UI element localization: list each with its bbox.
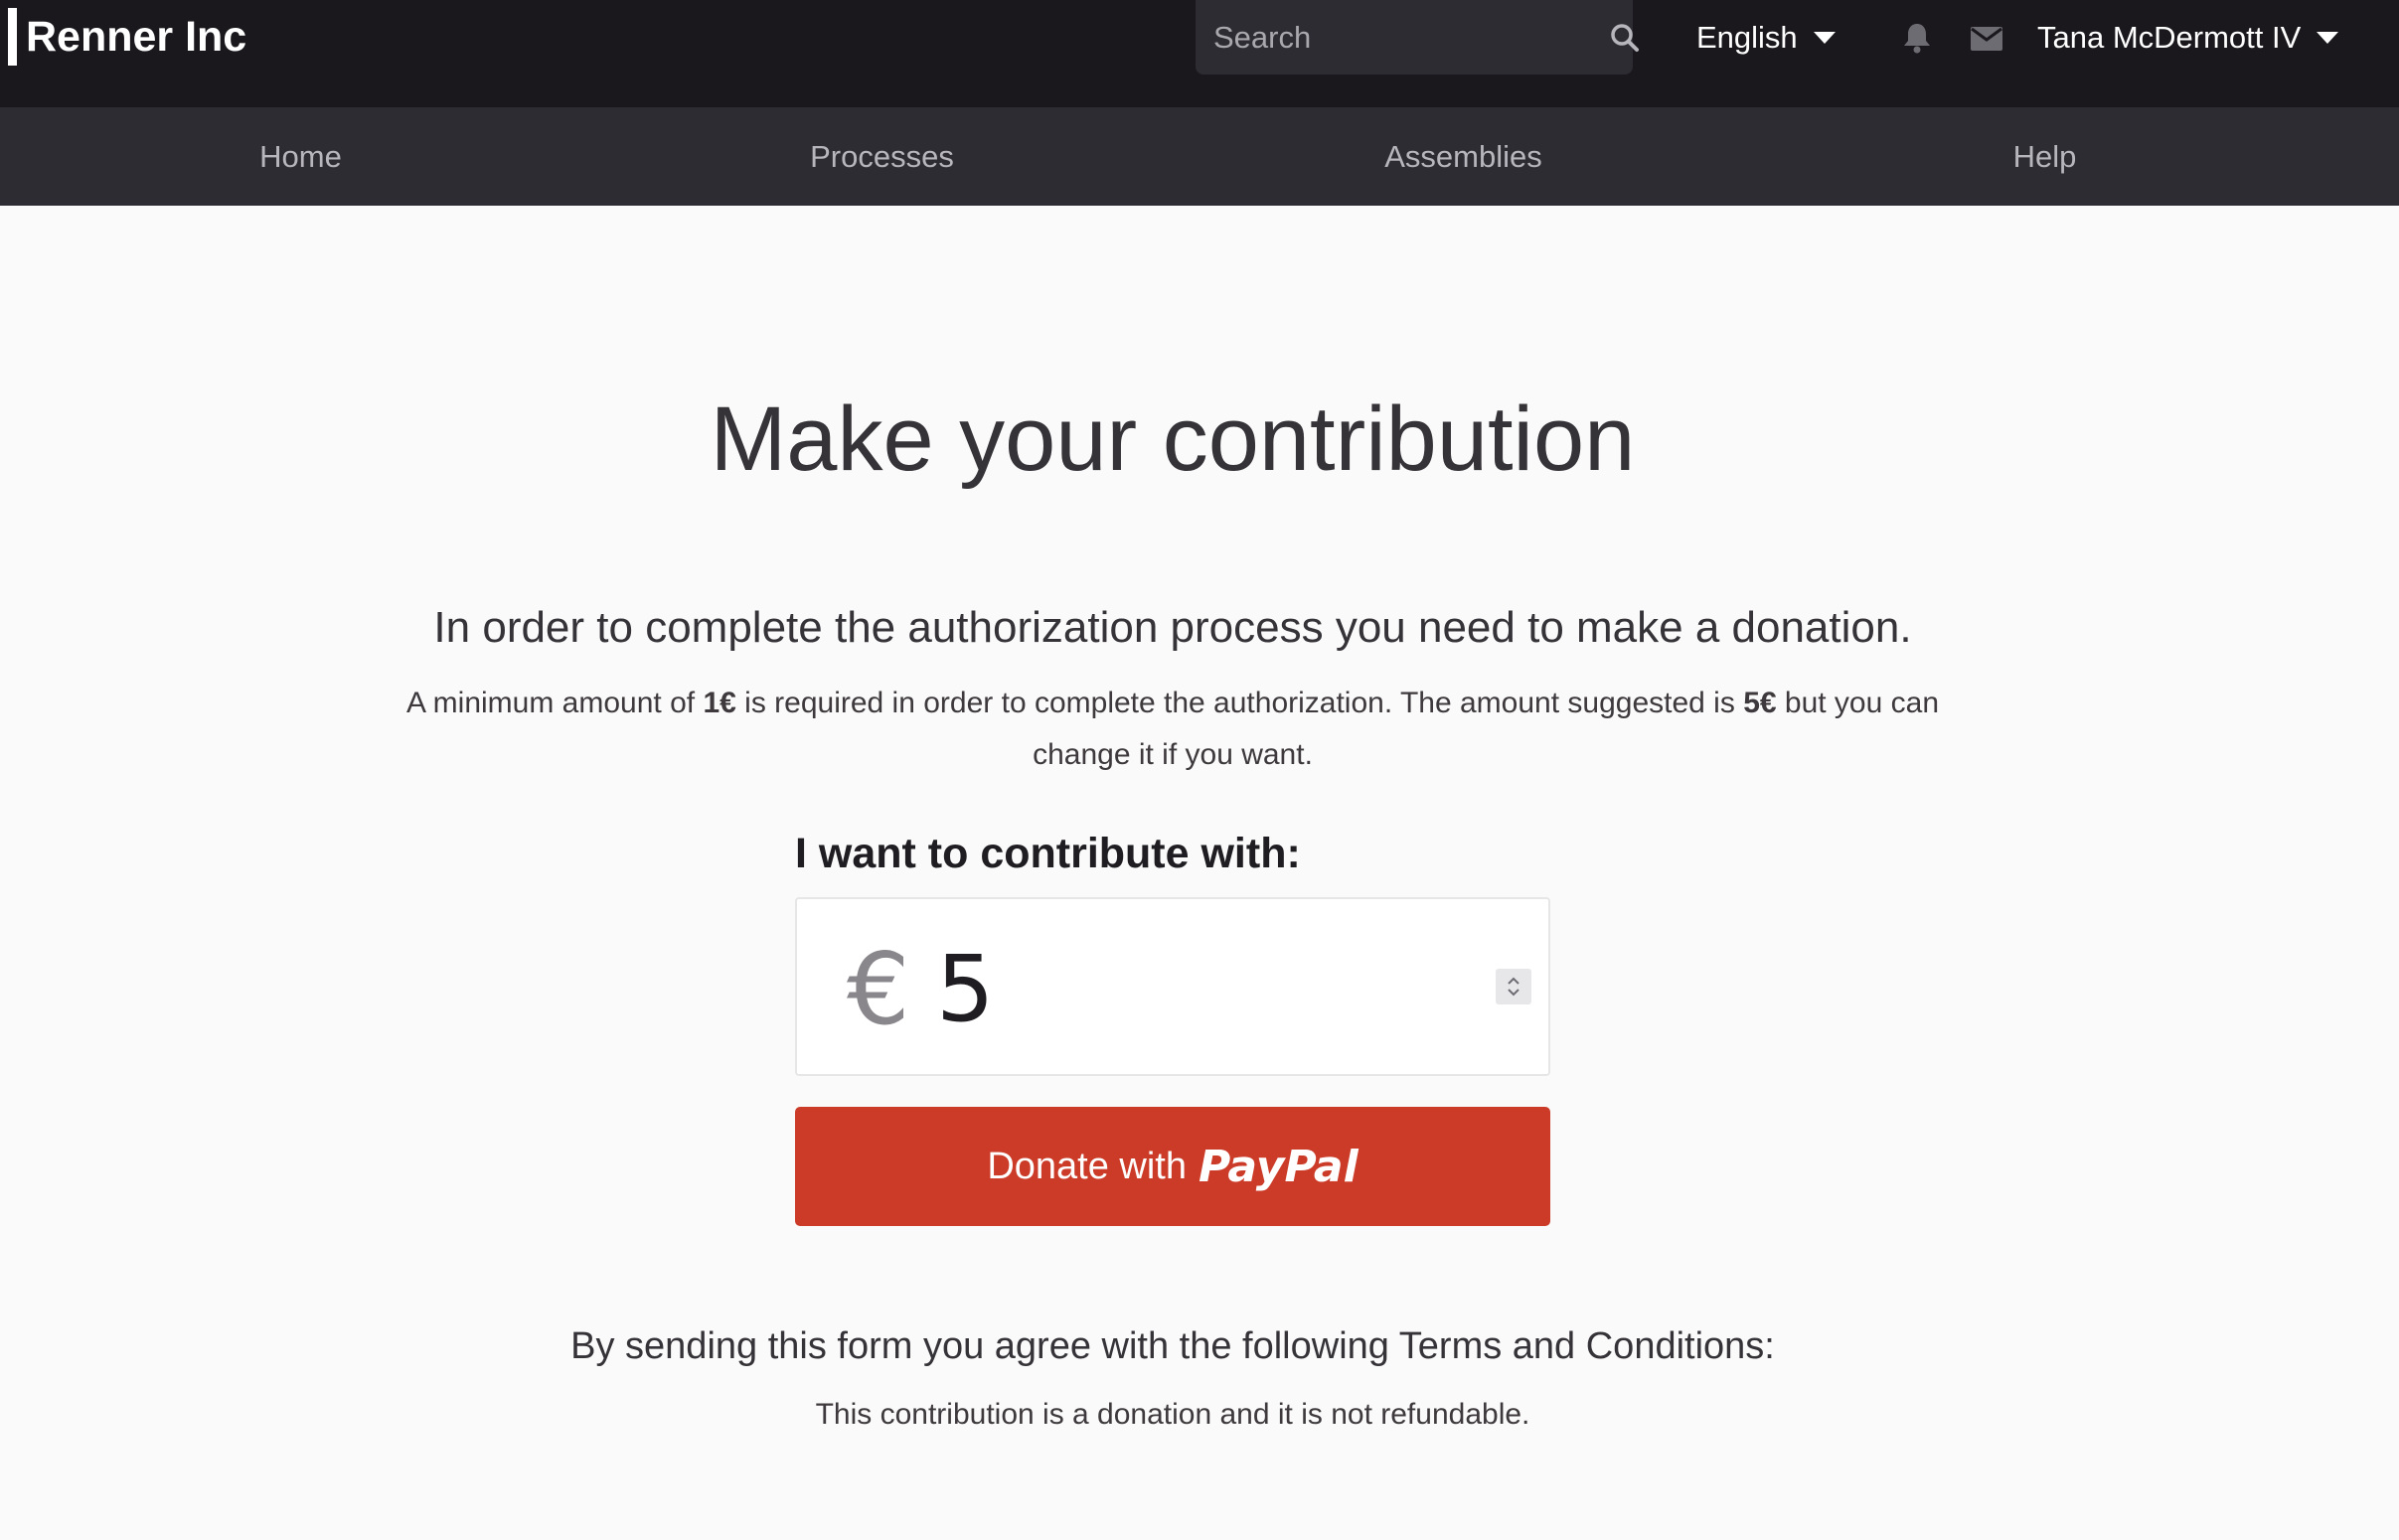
terms-text: This contribution is a donation and it i… (815, 1398, 1530, 1431)
nav-item-processes[interactable]: Processes (591, 107, 1173, 206)
language-label: English (1696, 20, 1798, 55)
search-input[interactable] (1196, 0, 1610, 75)
euro-icon: € (847, 931, 910, 1047)
user-name: Tana McDermott IV (2037, 20, 2302, 55)
mail-icon[interactable] (1971, 27, 2002, 56)
chevron-down-icon (1813, 32, 1836, 44)
language-selector[interactable]: English (1696, 14, 1836, 62)
minimum-amount: 1€ (703, 687, 736, 719)
amount-field: € (795, 897, 1550, 1076)
suggested-amount: 5€ (1743, 687, 1777, 719)
search-icon[interactable] (1610, 0, 1640, 75)
nav-item-help[interactable]: Help (1754, 107, 2335, 206)
search-box (1196, 0, 1639, 75)
brand-logo[interactable]: Renner Inc (8, 8, 246, 66)
top-bar: Renner Inc English Tana McDermott IV (0, 0, 2399, 107)
note-text: A minimum amount of (405, 687, 704, 719)
contribute-label: I want to contribute with: (795, 830, 1301, 877)
donate-paypal-button[interactable]: Donate with PayPal (795, 1107, 1550, 1226)
page-title: Make your contribution (710, 388, 1636, 490)
nav-item-assemblies[interactable]: Assemblies (1173, 107, 1754, 206)
lead-text: In order to complete the authorization p… (433, 603, 1912, 652)
amount-input[interactable] (936, 929, 1403, 1048)
main-nav: Home Processes Assemblies Help (0, 107, 2399, 206)
note-text: is required in order to complete the aut… (735, 687, 1744, 719)
donation-note: A minimum amount of 1€ is required in or… (398, 678, 1948, 781)
user-menu[interactable]: Tana McDermott IV (2037, 14, 2339, 62)
amount-stepper[interactable] (1496, 969, 1531, 1004)
main-content: Make your contribution In order to compl… (0, 206, 2399, 1540)
nav-item-home[interactable]: Home (10, 107, 591, 206)
paypal-logo: PayPal (1199, 1141, 1359, 1192)
bell-icon[interactable] (1902, 22, 1932, 59)
donate-button-label: Donate with (987, 1145, 1187, 1187)
chevron-down-icon (2317, 32, 2339, 44)
terms-heading: By sending this form you agree with the … (570, 1325, 1775, 1367)
